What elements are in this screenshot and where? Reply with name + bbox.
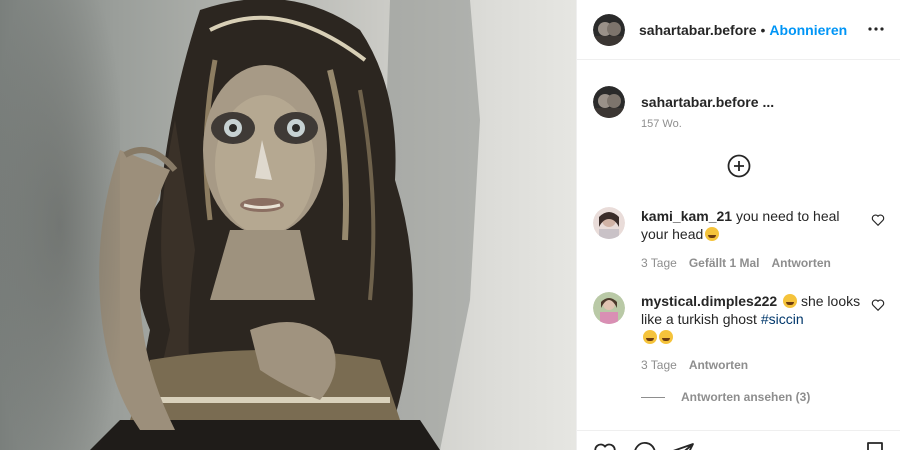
tired-face-emoji-icon — [659, 330, 673, 344]
hashtag-link[interactable]: #siccin — [761, 311, 804, 327]
author-username[interactable]: sahartabar.before — [639, 22, 757, 38]
post-photo-illustration — [0, 0, 480, 450]
reply-button[interactable]: Antworten — [689, 358, 748, 372]
comment-meta: 3 Tage Antworten — [641, 358, 748, 372]
comment-username[interactable]: mystical.dimples222 — [641, 293, 777, 309]
comment-likes[interactable]: Gefällt 1 Mal — [689, 256, 760, 270]
bookmark-icon[interactable] — [863, 441, 887, 450]
caption-username[interactable]: sahartabar.before — [641, 94, 759, 110]
post-header: sahartabar.before • Abonnieren — [577, 0, 900, 60]
post-detail-panel: sahartabar.before • Abonnieren sahartaba… — [576, 0, 900, 450]
comment-icon[interactable] — [633, 441, 657, 450]
action-bar — [577, 430, 900, 450]
comment-item: kami_kam_21 you need to heal your head 3… — [593, 207, 885, 270]
post-age: 157 Wo. — [641, 118, 682, 130]
view-replies-label: Antworten ansehen (3) — [681, 390, 811, 404]
caption-avatar[interactable] — [593, 86, 625, 118]
post-image[interactable] — [0, 0, 576, 450]
comment-time: 3 Tage — [641, 256, 677, 270]
more-horizontal-icon[interactable] — [867, 20, 885, 38]
send-icon[interactable] — [671, 441, 695, 450]
heart-outline-icon[interactable] — [871, 298, 885, 312]
caption: sahartabar.before ... — [593, 86, 774, 118]
author-avatar[interactable] — [593, 13, 625, 46]
comment-username[interactable]: kami_kam_21 — [641, 208, 732, 224]
comment-meta: 3 Tage Gefällt 1 Mal Antworten — [641, 256, 831, 270]
divider-line — [641, 396, 665, 398]
heart-outline-icon[interactable] — [871, 213, 885, 227]
laughing-emoji-icon — [783, 294, 798, 308]
commenter-avatar[interactable] — [593, 292, 625, 324]
reply-button[interactable]: Antworten — [772, 256, 831, 270]
follow-button[interactable]: Abonnieren — [769, 22, 847, 38]
laughing-emoji-icon — [643, 330, 657, 344]
heart-icon[interactable] — [593, 441, 617, 450]
comment-time: 3 Tage — [641, 358, 677, 372]
sad-face-emoji-icon — [705, 227, 720, 241]
plus-circle-icon[interactable] — [727, 154, 751, 178]
commenter-avatar[interactable] — [593, 207, 625, 239]
view-replies-button[interactable]: Antworten ansehen (3) — [641, 390, 810, 404]
separator-dot: • — [760, 21, 766, 38]
caption-more[interactable]: ... — [763, 94, 775, 110]
comment-text: kami_kam_21 you need to heal your head — [641, 207, 855, 243]
comment-text: mystical.dimples222 she looks like a tur… — [641, 292, 861, 346]
comment-item: mystical.dimples222 she looks like a tur… — [593, 292, 885, 372]
